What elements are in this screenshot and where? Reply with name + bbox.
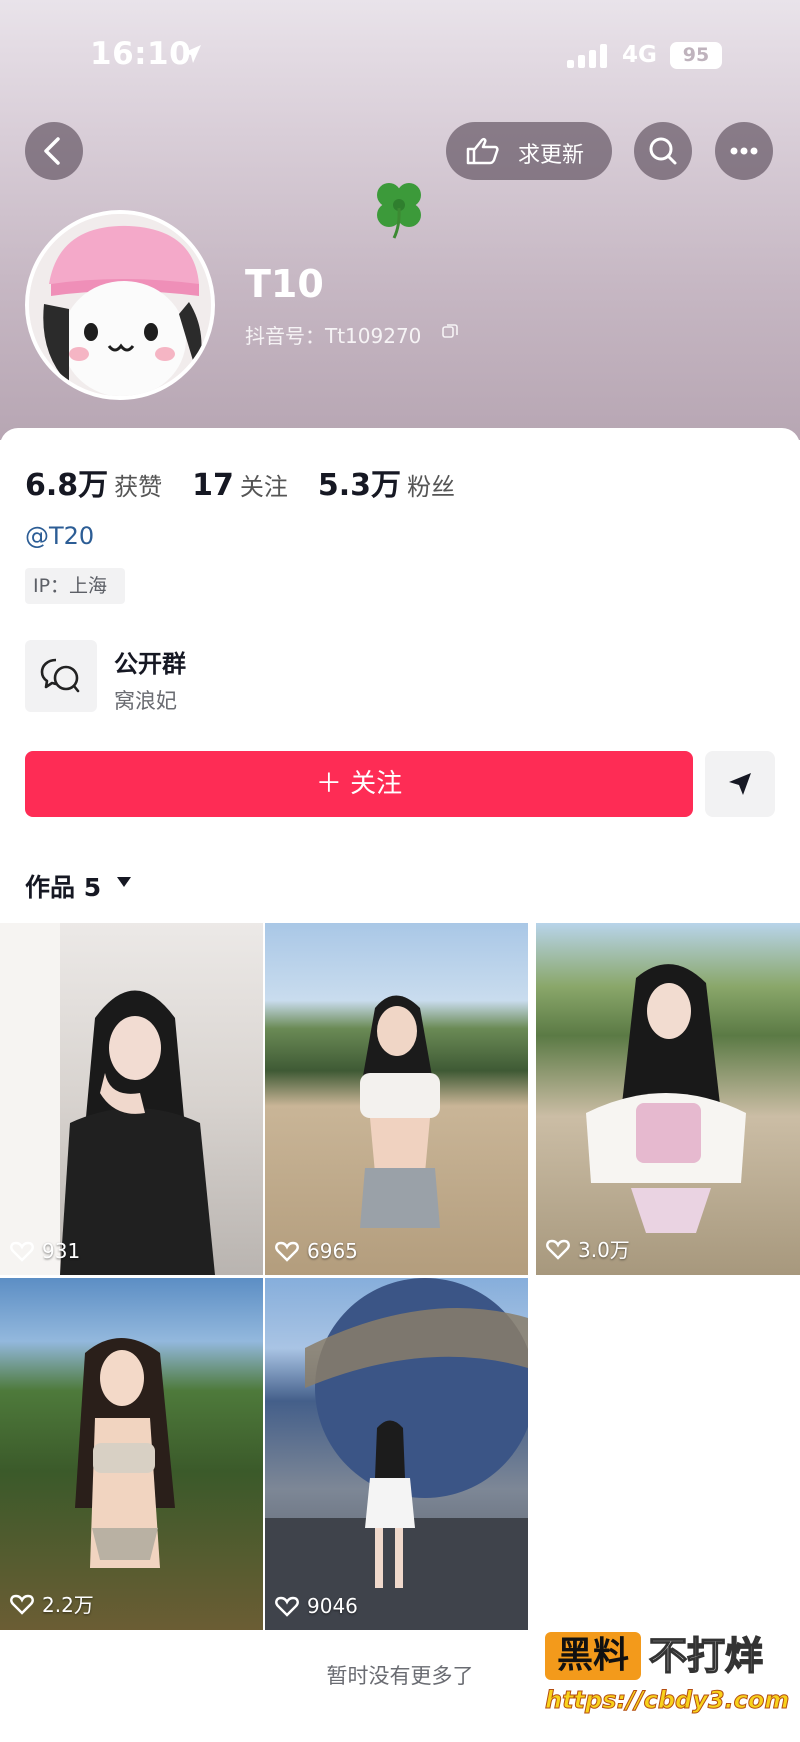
video-like-count: 931 — [10, 1239, 80, 1263]
like-count-text: 931 — [42, 1239, 81, 1263]
bear-avatar-image — [29, 214, 211, 396]
likes-label: 获赞 — [114, 473, 163, 501]
search-button[interactable] — [634, 122, 692, 180]
watermark-url: https://cbdy3.com — [544, 1686, 790, 1715]
send-arrow-icon — [729, 773, 751, 795]
video-thumbnail[interactable]: 9046 — [265, 1278, 528, 1630]
ip-location-tag: IP：上海 — [25, 568, 125, 604]
request-update-button[interactable]: 求更新 — [446, 122, 612, 180]
like-count-text: 3.0万 — [578, 1238, 630, 1262]
profile-stats: 6.8万 获赞 17 关注 5.3万 粉丝 — [25, 460, 485, 503]
heart-icon — [10, 1241, 34, 1262]
following-label: 关注 — [239, 473, 288, 501]
like-count-text: 6965 — [307, 1239, 358, 1263]
video-thumbnail[interactable]: 6965 — [265, 923, 528, 1275]
group-subtitle: 窝浪妃 — [114, 689, 177, 713]
globe-landmark-image — [265, 1278, 528, 1630]
person-silhouette-image — [0, 923, 215, 1275]
video-like-count: 3.0万 — [546, 1234, 630, 1263]
network-type: 4G — [622, 42, 657, 68]
location-arrow-icon — [183, 45, 201, 63]
back-button[interactable] — [25, 122, 83, 180]
likes-count[interactable]: 6.8万 — [25, 460, 108, 504]
watermark: 黑料 不打烊 https://cbdy3.com — [544, 1632, 795, 1732]
followers-count[interactable]: 5.3万 — [318, 460, 401, 504]
more-dots-icon — [730, 147, 758, 155]
heart-icon — [275, 1241, 299, 1262]
avatar[interactable] — [25, 210, 215, 400]
back-chevron-icon — [44, 137, 60, 165]
followers-label: 粉丝 — [407, 473, 456, 501]
video-thumbnail[interactable]: 931 — [0, 923, 263, 1275]
bio-mention-link[interactable]: @T20 — [25, 522, 94, 550]
heart-icon — [546, 1239, 570, 1260]
heart-icon — [275, 1596, 299, 1617]
send-message-button[interactable] — [705, 751, 775, 817]
chat-bubbles-icon — [40, 658, 80, 693]
watermark-badge: 黑料 — [545, 1632, 641, 1680]
video-like-count: 6965 — [275, 1239, 358, 1263]
like-count-text: 2.2万 — [42, 1593, 94, 1617]
four-leaf-clover-icon — [377, 183, 421, 239]
battery-indicator: 95 — [670, 42, 722, 69]
video-like-count: 2.2万 — [10, 1589, 94, 1618]
follow-button[interactable]: ＋ 关注 — [25, 751, 693, 817]
search-icon — [649, 137, 677, 165]
status-bar: 16:10 4G 95 — [0, 0, 800, 110]
person-park-image — [75, 1338, 175, 1568]
watermark-text: 不打烊 — [648, 1633, 764, 1679]
video-thumbnail[interactable]: 2.2万 — [0, 1278, 263, 1630]
request-update-label: 求更新 — [518, 143, 585, 168]
following-count[interactable]: 17 — [192, 468, 234, 503]
profile-username: T10 — [245, 262, 324, 306]
cellular-signal-icon — [567, 44, 611, 68]
tab-works[interactable]: 作品 5 — [25, 868, 101, 904]
video-like-count: 9046 — [275, 1594, 358, 1618]
group-chat-entry[interactable] — [25, 640, 97, 712]
status-time: 16:10 — [90, 36, 192, 72]
group-title[interactable]: 公开群 — [114, 644, 186, 679]
pointing-hand-icon — [466, 137, 499, 165]
heart-icon — [10, 1594, 34, 1615]
copy-icon[interactable] — [441, 322, 459, 340]
person-shore-image — [586, 964, 746, 1233]
video-thumbnail[interactable]: 3.0万 — [536, 923, 800, 1275]
dropdown-triangle-icon[interactable] — [116, 876, 132, 888]
like-count-text: 9046 — [307, 1594, 358, 1618]
more-options-button[interactable] — [715, 122, 773, 180]
douyin-id[interactable]: 抖音号：Tt109270 — [245, 320, 421, 349]
person-beach-image — [360, 995, 440, 1228]
